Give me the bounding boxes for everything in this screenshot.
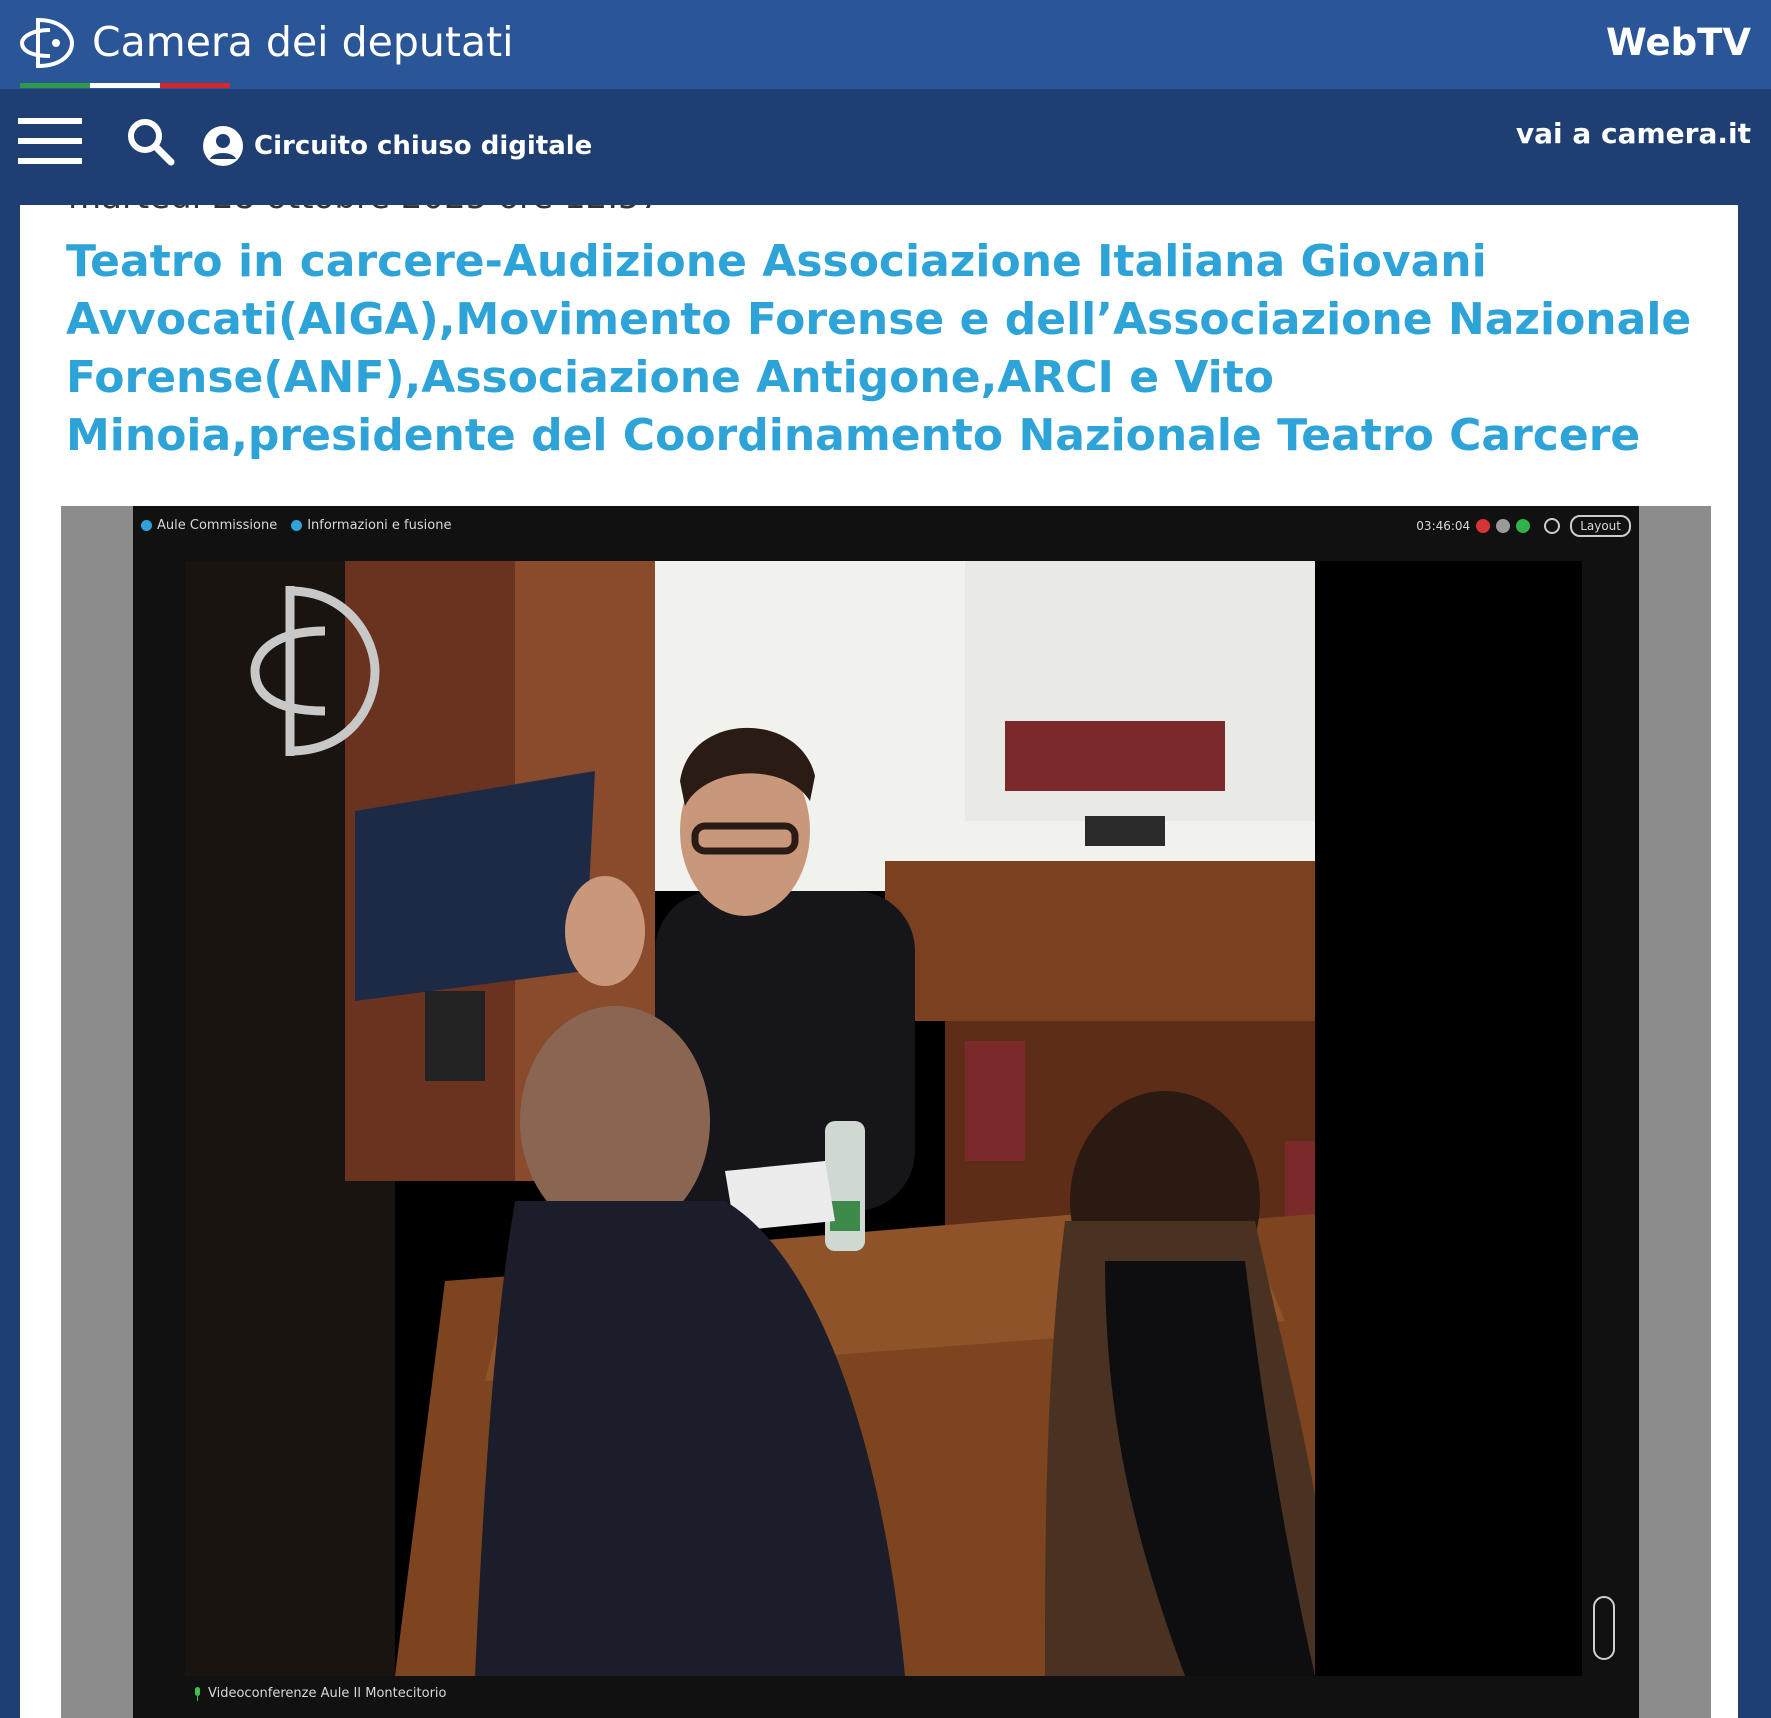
player-toolbar-left: Aule Commissione Informazioni e fusione [141,518,465,533]
toolbar-item-info[interactable]: Informazioni e fusione [291,518,451,533]
search-icon[interactable] [125,116,175,166]
site-title[interactable]: Camera dei deputati [92,14,514,70]
event-date: martedì 28 ottobre 2025 ore 12.57 [68,205,661,217]
microphone-icon [195,1686,200,1701]
tricolor-green [20,83,90,88]
user-icon [203,126,243,166]
hamburger-menu-icon[interactable] [18,118,82,164]
toolbar-item-info-label: Informazioni e fusione [307,518,452,533]
content-card: martedì 28 ottobre 2025 ore 12.57 Teatro… [20,205,1738,1718]
toolbar-item-aule[interactable]: Aule Commissione [141,518,277,533]
player-toolbar-right: 03:46:04 Layout [1416,515,1631,537]
status-dot-green[interactable] [1516,519,1531,533]
top-header: Camera dei deputati WebTV [0,0,1771,89]
toolbar-item-aule-label: Aule Commissione [157,518,278,533]
webtv-label[interactable]: WebTV [1606,18,1751,68]
zoom-icon[interactable] [1544,518,1561,534]
player-time: 03:46:04 [1416,519,1471,533]
status-dot-grey[interactable] [1496,519,1511,533]
player-caption-text: Videoconferenze Aule II Montecitorio [208,1686,447,1701]
player-caption: Videoconferenze Aule II Montecitorio [193,1686,447,1701]
layout-button[interactable]: Layout [1570,515,1631,537]
video-frame[interactable] [185,561,1582,1676]
tricolor-red [160,83,230,88]
player-inner: Aule Commissione Informazioni e fusione … [133,506,1639,1718]
camera-dei-deputati-logo-icon[interactable] [16,12,76,74]
info-icon [291,520,303,531]
event-title: Teatro in carcere-Audizione Associazione… [66,236,1692,461]
scroll-updown-icon[interactable] [1593,1596,1615,1660]
camera-logo-icon [141,520,152,531]
video-player[interactable]: Aule Commissione Informazioni e fusione … [61,506,1711,1718]
tricolor-white [90,83,160,88]
nav-bar: Circuito chiuso digitale vai a camera.it [0,89,1771,205]
video-still-image [185,561,1582,1676]
circuito-chiuso-label: Circuito chiuso digitale [254,131,593,161]
circuito-chiuso-link[interactable]: Circuito chiuso digitale [202,122,592,170]
vai-a-camera-link[interactable]: vai a camera.it [1516,117,1751,150]
status-dot-red[interactable] [1476,519,1491,533]
italian-tricolor-stripe [20,83,230,88]
